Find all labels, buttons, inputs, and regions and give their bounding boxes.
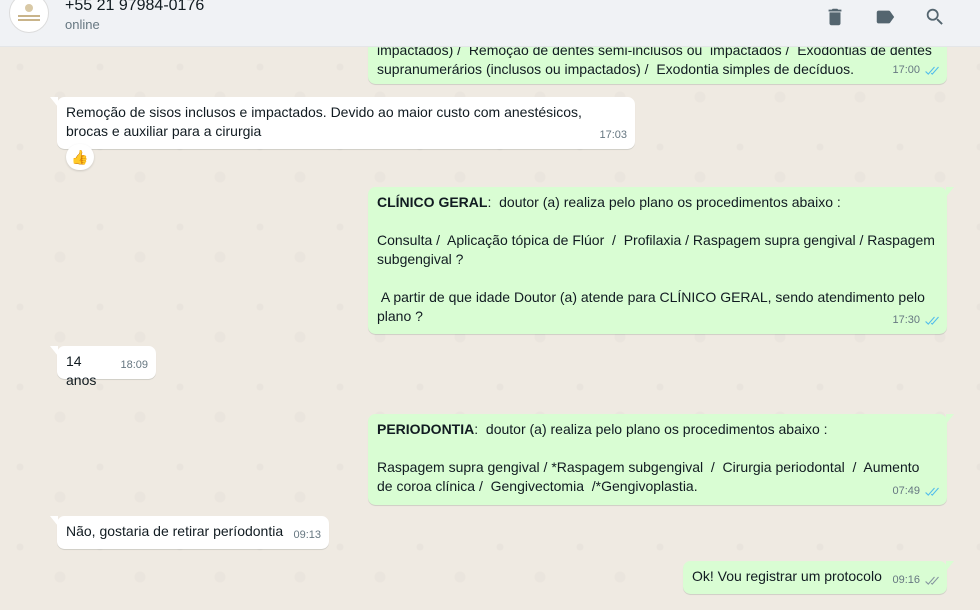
message-meta: 09:16 <box>892 571 939 590</box>
avatar-logo <box>18 4 40 22</box>
delete-icon[interactable] <box>823 5 847 29</box>
contact-avatar[interactable] <box>9 0 49 33</box>
message-outgoing[interactable]: impactados) / Remoção de dentes semi-inc… <box>368 47 947 84</box>
thumbs-up-reaction-icon[interactable]: 👍 <box>66 144 94 170</box>
message-outgoing[interactable]: PERIODONTIA: doutor (a) realiza pelo pla… <box>368 414 954 505</box>
message-text-procedures: Raspagem supra gengival / *Raspagem subg… <box>377 459 924 494</box>
message-text: Ok! Vou registrar um protocolo <box>692 568 882 584</box>
message-text: Remoção de sisos inclusos e impactados. … <box>66 104 586 139</box>
delivered-ticks-icon <box>923 575 939 586</box>
message-text-intro: : doutor (a) realiza pelo plano os proce… <box>474 421 828 437</box>
label-icon[interactable] <box>873 5 897 29</box>
message-text-procedures: Consulta / Aplicação tópica de Flúor / P… <box>377 232 939 267</box>
contact-status: online <box>65 17 100 32</box>
message-time: 09:13 <box>293 529 321 541</box>
message-meta: 17:30 <box>892 311 939 330</box>
message-outgoing[interactable]: CLÍNICO GERAL: doutor (a) realiza pelo p… <box>368 187 954 334</box>
message-text-intro: : doutor (a) realiza pelo plano os proce… <box>487 194 841 210</box>
message-text: PERIODONTIA: doutor (a) realiza pelo pla… <box>377 420 938 439</box>
message-meta: 18:09 <box>120 356 148 375</box>
read-ticks-icon <box>923 65 939 76</box>
message-text: CLÍNICO GERAL: doutor (a) realiza pelo p… <box>377 193 938 212</box>
message-time: 17:30 <box>892 314 920 326</box>
message-bold-heading: PERIODONTIA <box>377 421 475 437</box>
message-meta: 17:03 <box>599 126 627 145</box>
message-meta: 09:13 <box>293 526 321 545</box>
message-text: impactados) / Remoção de dentes semi-inc… <box>377 47 936 77</box>
message-incoming[interactable]: Não, gostaria de retirar períodontia 09:… <box>50 516 329 549</box>
message-time: 17:00 <box>892 64 920 76</box>
message-text: 14 anos <box>66 353 97 388</box>
message-text-question: A partir de que idade Doutor (a) atende … <box>377 289 929 324</box>
message-time: 17:03 <box>599 129 627 141</box>
read-ticks-icon <box>923 486 939 497</box>
message-incoming[interactable]: 14 anos 18:09 <box>50 346 156 388</box>
message-text: Não, gostaria de retirar períodontia <box>66 523 284 539</box>
search-icon[interactable] <box>923 5 947 29</box>
message-time: 07:49 <box>892 485 920 497</box>
chat-header: +55 21 97984-0176 online <box>0 0 980 47</box>
message-outgoing[interactable]: Ok! Vou registrar um protocolo 09:16 <box>683 561 954 594</box>
message-meta: 17:00 <box>892 61 939 80</box>
message-list[interactable]: impactados) / Remoção de dentes semi-inc… <box>0 47 980 610</box>
message-meta: 07:49 <box>892 482 939 501</box>
message-incoming[interactable]: Remoção de sisos inclusos e impactados. … <box>50 97 635 149</box>
contact-name[interactable]: +55 21 97984-0176 <box>65 0 204 15</box>
message-time: 09:16 <box>892 574 920 586</box>
message-bold-heading: CLÍNICO GERAL <box>377 194 488 210</box>
message-time: 18:09 <box>120 359 148 371</box>
read-ticks-icon <box>923 315 939 326</box>
